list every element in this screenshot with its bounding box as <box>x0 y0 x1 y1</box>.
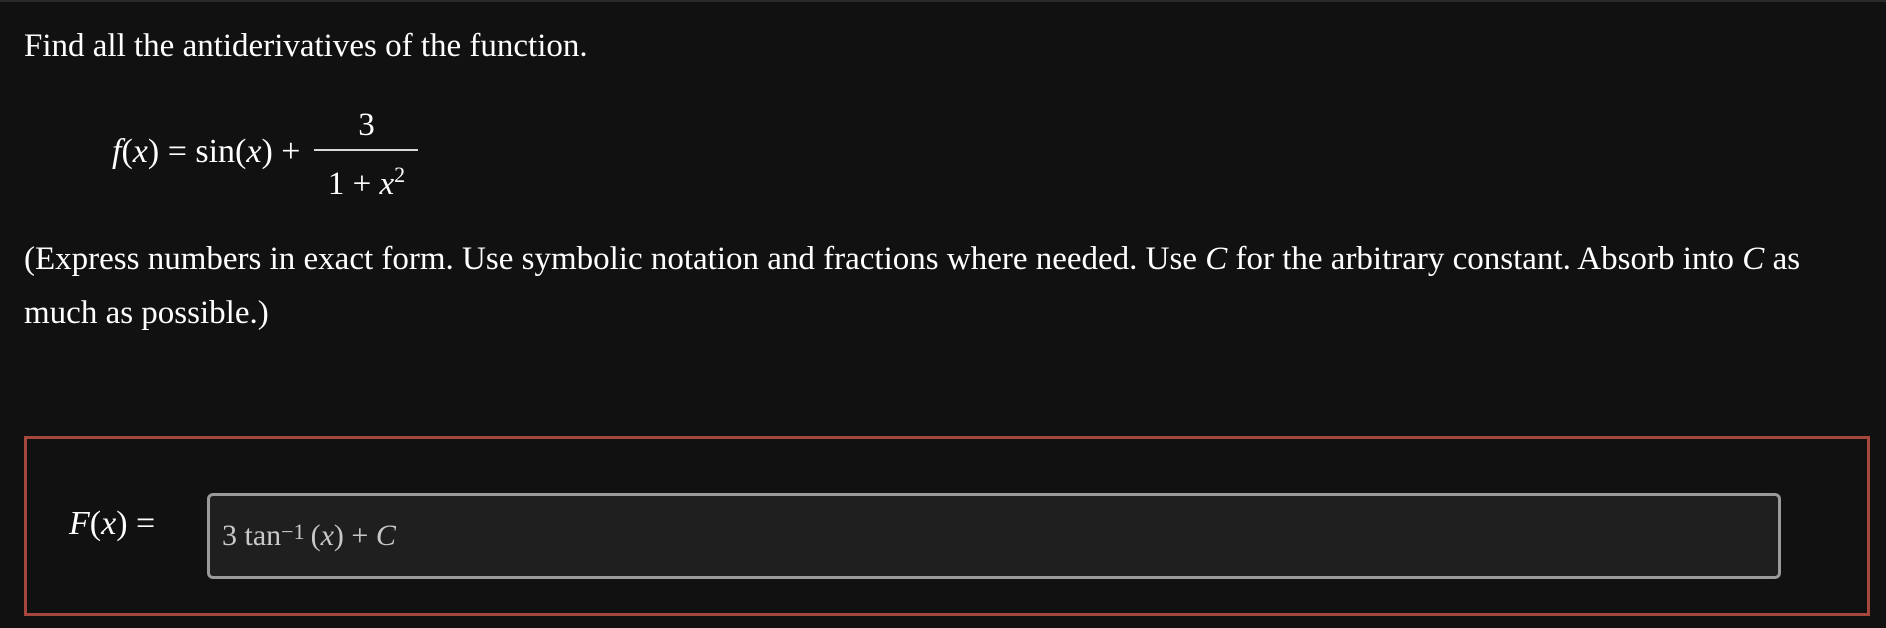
answer-instructions: (Express numbers in exact form. Use symb… <box>24 232 1864 340</box>
function-equation: f(x) = sin(x) + 3 1 + x2 <box>112 104 419 202</box>
answer-label: F(x) = <box>69 499 155 549</box>
fraction-numerator: 3 <box>358 106 375 143</box>
top-divider <box>0 0 1886 2</box>
inverse-exponent: −1 <box>281 519 305 544</box>
answer-input[interactable]: 3 tan −1(x) + C <box>207 493 1781 579</box>
answer-plus: ) + <box>333 519 376 552</box>
answer-coefficient: 3 tan <box>222 519 282 552</box>
question-prompt: Find all the antiderivatives of the func… <box>24 28 588 64</box>
label-paren-open: ( <box>89 505 102 542</box>
antiderivative-var: x <box>101 505 117 542</box>
sin-var: x <box>246 133 262 170</box>
equation-middle: ) = sin( <box>147 133 247 170</box>
answer-constant: C <box>375 519 396 552</box>
denominator-exponent: 2 <box>394 161 406 187</box>
equation-plus: ) + <box>261 133 301 170</box>
instructions-part-2: for the arbitrary constant. Absorb into <box>1227 241 1743 277</box>
equation-lhs: f(x) = sin(x) + <box>112 133 300 171</box>
instructions-part-1: (Express numbers in exact form. Use symb… <box>24 241 1206 277</box>
fraction: 3 1 + x2 <box>314 105 419 204</box>
answer-region: F(x) = 3 tan −1(x) + C <box>24 436 1870 616</box>
constant-symbol: C <box>1205 241 1228 277</box>
label-equals: ) = <box>116 505 156 542</box>
denominator-base: 1 + <box>327 165 380 202</box>
answer-paren-open: ( <box>310 519 321 552</box>
answer-var: x <box>320 519 334 552</box>
paren-open: ( <box>121 133 133 170</box>
antiderivative-name: F <box>69 505 90 542</box>
constant-symbol: C <box>1742 241 1765 277</box>
denominator-var: x <box>379 165 395 202</box>
func-var: x <box>132 133 148 170</box>
fraction-denominator: 1 + x2 <box>328 151 405 204</box>
